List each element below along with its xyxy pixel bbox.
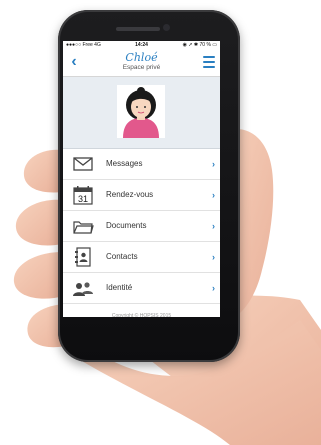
menu-item-label: Messages — [106, 159, 143, 168]
hamburger-icon-line — [203, 61, 215, 63]
status-bar: ●●●○○ Free 4G 14:24 ◉ ➚ ✱ 70 % ▭ — [63, 41, 220, 50]
page-title: Chloé — [125, 51, 158, 64]
page-subtitle: Espace privé — [122, 64, 161, 71]
hamburger-icon-line — [203, 56, 215, 58]
main-menu: Messages › 31 Rendez-vous › Documents › — [63, 149, 220, 304]
menu-item-label: Documents — [106, 221, 147, 230]
status-battery: ◉ ➚ ✱ 70 % ▭ — [182, 42, 217, 48]
copyright-text: Copyright © HOPSIS 2015 — [111, 313, 172, 317]
chevron-right-icon: › — [212, 252, 215, 262]
calendar-icon: 31 — [73, 186, 93, 205]
chevron-right-icon: › — [212, 159, 215, 169]
hamburger-menu-button[interactable] — [203, 56, 215, 68]
avatar-image — [123, 87, 159, 138]
envelope-icon — [73, 157, 93, 171]
menu-item-label: Identité — [106, 283, 133, 292]
menu-item-label: Rendez-vous — [106, 190, 154, 199]
menu-item-identite[interactable]: Identité › — [63, 273, 220, 304]
chevron-right-icon: › — [212, 221, 215, 231]
address-book-icon — [75, 247, 91, 267]
avatar[interactable] — [117, 85, 165, 138]
menu-item-messages[interactable]: Messages › — [63, 149, 220, 180]
hamburger-icon-line — [203, 66, 215, 68]
chevron-right-icon: › — [212, 283, 215, 293]
menu-item-label: Contacts — [106, 252, 138, 261]
profile-header — [63, 77, 220, 149]
chevron-right-icon: › — [212, 190, 215, 200]
phone-camera — [163, 24, 170, 31]
phone-speaker — [116, 27, 160, 31]
users-icon — [73, 282, 93, 296]
phone-screen: ●●●○○ Free 4G 14:24 ◉ ➚ ✱ 70 % ▭ ‹ Chloé… — [63, 41, 220, 317]
menu-item-contacts[interactable]: Contacts › — [63, 242, 220, 273]
folder-icon — [73, 221, 94, 234]
menu-item-documents[interactable]: Documents › — [63, 211, 220, 242]
menu-item-rendez-vous[interactable]: 31 Rendez-vous › — [63, 180, 220, 211]
nav-bar: ‹ Chloé Espace privé — [63, 50, 220, 77]
calendar-day: 31 — [78, 194, 88, 204]
